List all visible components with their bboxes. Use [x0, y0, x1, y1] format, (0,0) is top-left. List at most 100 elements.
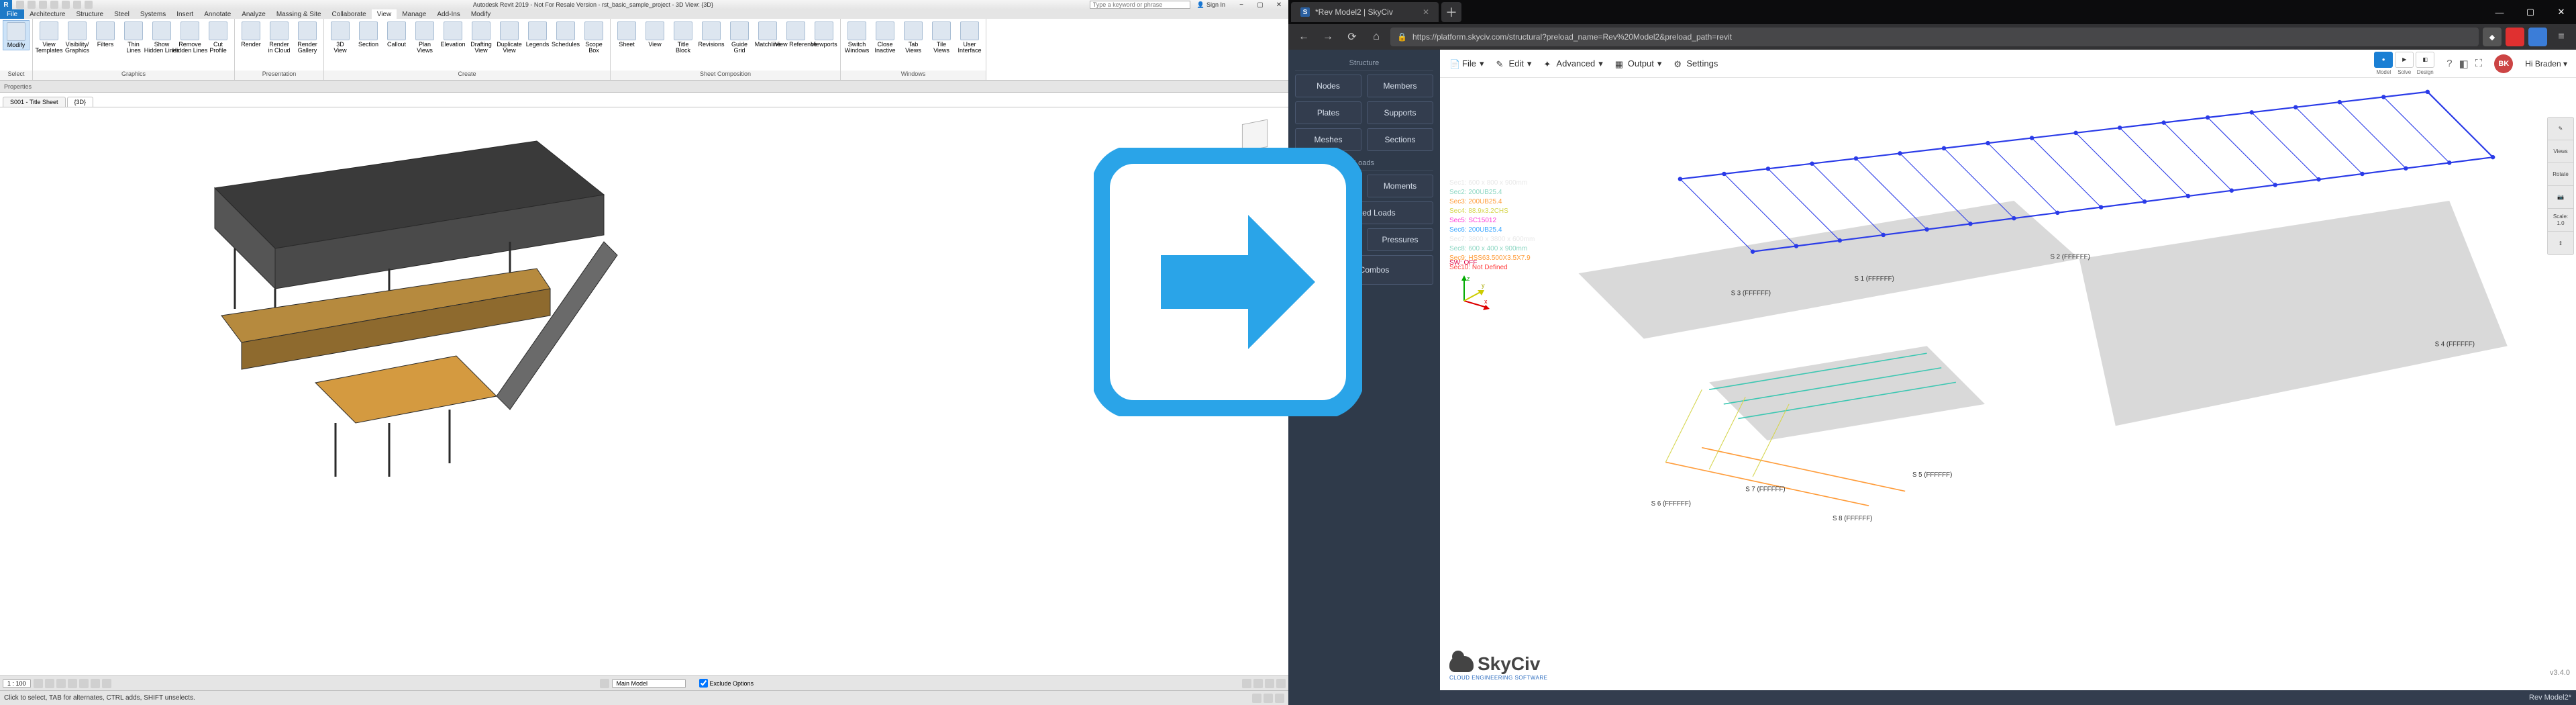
tab-steel[interactable]: Steel	[109, 9, 135, 19]
ext-adblock-icon[interactable]	[2506, 28, 2524, 46]
ribbon-button[interactable]: Remove Hidden Lines	[176, 20, 203, 54]
filter-status-icon[interactable]	[1264, 694, 1273, 703]
scale-selector[interactable]: 1 : 100	[3, 679, 31, 688]
ribbon-button[interactable]: View	[641, 20, 668, 48]
tool-rotate[interactable]: Rotate	[2548, 163, 2573, 186]
ribbon-button[interactable]: Elevation	[440, 20, 466, 48]
tab-modify[interactable]: Modify	[466, 9, 496, 19]
main-model-selector[interactable]: Main Model	[612, 679, 686, 688]
ribbon-button[interactable]: Viewports	[811, 20, 837, 48]
ribbon-button[interactable]: Render	[238, 20, 264, 48]
file-tab[interactable]: File	[0, 9, 24, 19]
ribbon-button[interactable]: Tile Views	[928, 20, 955, 54]
qat-redo-icon[interactable]	[50, 1, 58, 9]
tool-scale[interactable]: Scale:1.0	[2548, 209, 2573, 232]
ff-close-button[interactable]: ✕	[2546, 0, 2576, 24]
ribbon-button[interactable]: Schedules	[552, 20, 579, 48]
ribbon-button[interactable]: Render Gallery	[294, 20, 321, 54]
new-tab-button[interactable]: ＋	[1441, 2, 1461, 22]
tool-views[interactable]: Views	[2548, 140, 2573, 163]
ribbon-button[interactable]: Sheet	[613, 20, 640, 48]
url-bar[interactable]: 🔒 https://platform.skyciv.com/structural…	[1390, 28, 2479, 46]
tool-screenshot[interactable]: 📷	[2548, 186, 2573, 209]
library-button[interactable]: ≡	[2551, 27, 2571, 47]
exclude-options-check[interactable]: Exclude Options	[699, 679, 754, 688]
sidebar-btn-moments[interactable]: Moments	[1367, 175, 1433, 197]
drag-icon[interactable]	[1275, 694, 1284, 703]
filter-icon[interactable]	[1242, 679, 1251, 688]
ribbon-button[interactable]: Cut Profile	[205, 20, 231, 54]
user-greeting[interactable]: Hi Braden ▾	[2525, 59, 2567, 68]
ribbon-button[interactable]: Thin Lines	[120, 20, 147, 54]
back-button[interactable]: ←	[1294, 27, 1314, 47]
ribbon-button[interactable]: Tab Views	[900, 20, 927, 54]
ribbon-button[interactable]: User Interface	[956, 20, 983, 54]
tab-manage[interactable]: Manage	[397, 9, 431, 19]
tab-analyze[interactable]: Analyze	[236, 9, 271, 19]
mode-solve-button[interactable]: ▶	[2395, 52, 2414, 68]
ribbon-button[interactable]: Filters	[92, 20, 119, 48]
user-avatar[interactable]: BK	[2494, 54, 2513, 73]
qat-sync-icon[interactable]	[85, 1, 93, 9]
ribbon-button[interactable]: Visibility/ Graphics	[64, 20, 91, 54]
notify-icon[interactable]: ◧	[2459, 58, 2469, 70]
tab-structure[interactable]: Structure	[70, 9, 109, 19]
doc-tab-3d[interactable]: {3D}	[67, 97, 94, 107]
ribbon-button[interactable]: Scope Box	[580, 20, 607, 54]
exclude-options-checkbox[interactable]	[699, 679, 708, 688]
ribbon-button[interactable]: Show Hidden Lines	[148, 20, 175, 54]
crop-icon[interactable]	[79, 679, 89, 688]
pin-icon[interactable]	[1276, 679, 1286, 688]
ribbon-button[interactable]: Drafting View	[468, 20, 495, 54]
tab-systems[interactable]: Systems	[135, 9, 171, 19]
ff-maximize-button[interactable]: ▢	[2515, 0, 2546, 24]
sidebar-btn-members[interactable]: Members	[1367, 75, 1433, 97]
help-icon[interactable]: ?	[2446, 58, 2452, 69]
close-button[interactable]: ✕	[1270, 1, 1288, 9]
browser-tab-skyciv[interactable]: S *Rev Model2 | SkyCiv ✕	[1291, 2, 1439, 22]
ribbon-button[interactable]: Guide Grid	[726, 20, 753, 54]
ribbon-button[interactable]: 3D View	[327, 20, 354, 54]
reload-button[interactable]: ⟳	[1342, 27, 1362, 47]
qat-save-icon[interactable]	[28, 1, 36, 9]
revit-search-input[interactable]	[1090, 1, 1190, 9]
visual-style-icon[interactable]	[45, 679, 54, 688]
ext-saver-icon[interactable]	[2528, 28, 2547, 46]
menu-file[interactable]: 📄File ▾	[1449, 58, 1484, 69]
sidebar-btn-plates[interactable]: Plates	[1295, 101, 1361, 124]
ribbon-button[interactable]: Title Block	[670, 20, 697, 54]
ribbon-button[interactable]: Render in Cloud	[266, 20, 293, 54]
menu-output[interactable]: ▦Output ▾	[1615, 58, 1662, 69]
ribbon-button[interactable]: Close Inactive	[872, 20, 898, 54]
ext-shield-icon[interactable]: ◆	[2483, 28, 2502, 46]
sidebar-btn-nodes[interactable]: Nodes	[1295, 75, 1361, 97]
tool-draw[interactable]: ✎	[2548, 117, 2573, 140]
tab-view[interactable]: View	[372, 9, 397, 19]
sun-path-icon[interactable]	[56, 679, 66, 688]
menu-edit[interactable]: ✎Edit ▾	[1496, 58, 1531, 69]
tab-architecture[interactable]: Architecture	[24, 9, 70, 19]
ribbon-button[interactable]: Revisions	[698, 20, 725, 48]
maximize-button[interactable]: ▢	[1251, 1, 1270, 9]
minimize-button[interactable]: −	[1232, 1, 1251, 9]
ribbon-button[interactable]: Callout	[383, 20, 410, 48]
ribbon-button[interactable]: Plan Views	[411, 20, 438, 54]
menu-settings[interactable]: ⚙Settings	[1673, 58, 1718, 68]
tab-massing-site[interactable]: Massing & Site	[271, 9, 327, 19]
quick-access-toolbar[interactable]	[12, 1, 97, 9]
menu-advanced[interactable]: ✦Advanced ▾	[1543, 58, 1602, 69]
ribbon-button[interactable]: Duplicate View	[496, 20, 523, 54]
reveal-icon[interactable]	[102, 679, 111, 688]
modify-button[interactable]: Modify	[3, 20, 30, 50]
doc-tab-title-sheet[interactable]: S001 - Title Sheet	[3, 97, 66, 107]
tool-resize[interactable]: ⇕	[2548, 232, 2573, 254]
ribbon-button[interactable]: Legends	[524, 20, 551, 48]
ribbon-button[interactable]: View Templates	[36, 20, 62, 54]
tab-insert[interactable]: Insert	[171, 9, 199, 19]
tab-close-button[interactable]: ✕	[1423, 7, 1429, 17]
tab-annotate[interactable]: Annotate	[199, 9, 236, 19]
sidebar-btn-pressures[interactable]: Pressures	[1367, 228, 1433, 251]
detail-level-icon[interactable]	[34, 679, 43, 688]
home-button[interactable]: ⌂	[1366, 27, 1386, 47]
link-icon[interactable]	[1265, 679, 1274, 688]
